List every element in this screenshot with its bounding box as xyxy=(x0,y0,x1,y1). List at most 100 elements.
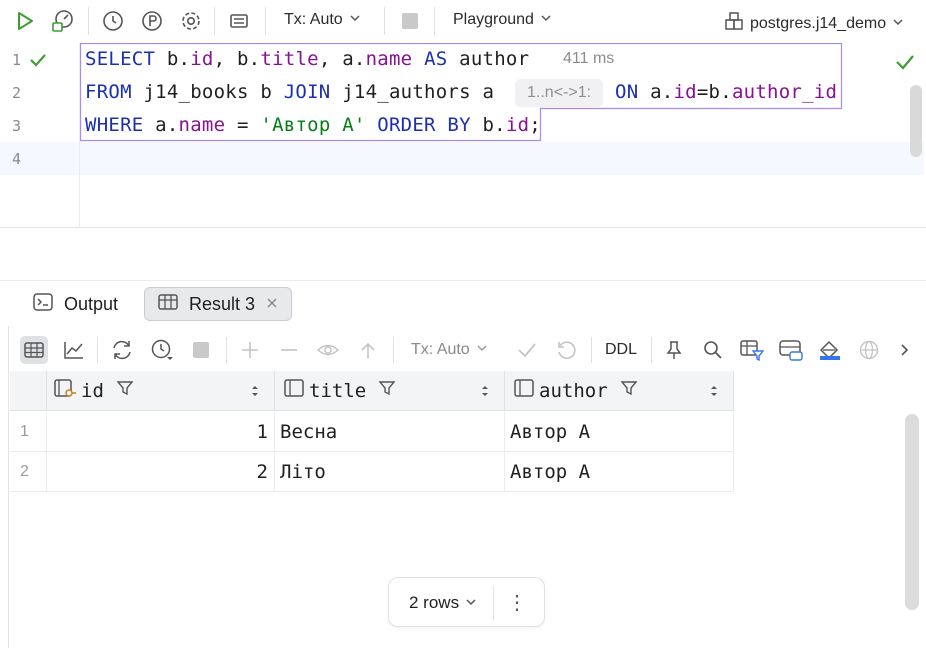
settings-icon[interactable] xyxy=(178,8,204,34)
grid-tx-mode-dropdown[interactable]: Tx: Auto xyxy=(411,341,488,359)
ddl-label: DDL xyxy=(605,341,638,358)
chart-view-icon[interactable] xyxy=(60,336,88,364)
datasource-dropdown[interactable]: postgres.j14_demo xyxy=(724,11,904,36)
run-icon[interactable] xyxy=(12,8,38,34)
grid-scrollbar[interactable] xyxy=(905,414,919,610)
tx-mode-label: Tx: Auto xyxy=(284,11,343,28)
column-header-id[interactable]: id xyxy=(47,371,275,411)
column-name: author xyxy=(539,379,608,402)
code-token: b. xyxy=(155,48,191,70)
chevron-right-icon[interactable] xyxy=(890,336,918,364)
toolbar-separator xyxy=(214,7,215,35)
filter-icon[interactable] xyxy=(620,379,638,402)
submit-up-icon[interactable] xyxy=(354,336,382,364)
code-token: id xyxy=(505,114,530,136)
sort-icon[interactable] xyxy=(250,383,260,404)
tab-output[interactable]: Output xyxy=(20,287,130,321)
code-token: WHERE xyxy=(85,114,144,136)
code-token: author xyxy=(447,48,530,70)
tx-mode-dropdown[interactable]: Tx: Auto xyxy=(284,11,361,29)
table-icon xyxy=(157,292,179,317)
line-number: 2 xyxy=(12,84,22,102)
editor-scrollbar[interactable] xyxy=(910,85,922,157)
row-count-dropdown[interactable]: 2 rows xyxy=(409,593,477,613)
chevron-down-icon xyxy=(476,341,488,359)
code-line[interactable]: FROM j14_books b JOIN j14_authors a xyxy=(85,81,494,103)
row-number[interactable]: 2 xyxy=(10,452,47,492)
code-token: a. xyxy=(638,81,674,103)
chevron-down-icon xyxy=(540,11,552,29)
tab-result-3[interactable]: Result 3 xyxy=(144,287,293,321)
filter-table-icon[interactable] xyxy=(738,336,766,364)
column-header-title[interactable]: title xyxy=(275,371,505,411)
code-token: id xyxy=(190,48,214,70)
toolbar-separator xyxy=(393,337,394,363)
cell-title[interactable]: Літо xyxy=(275,452,505,492)
chevron-down-icon xyxy=(892,15,904,33)
code-line-continuation[interactable]: ON a.id=b.author_id xyxy=(615,81,837,103)
stop-icon[interactable] xyxy=(187,336,215,364)
code-token: ORDER BY xyxy=(377,114,471,136)
add-row-icon[interactable] xyxy=(236,336,264,364)
editor-toolbar: Tx: Auto Playground postgres.j14_demo xyxy=(0,0,926,43)
line-number: 1 xyxy=(12,51,22,69)
cell-title[interactable]: Весна xyxy=(275,412,505,452)
toolbar-separator xyxy=(97,337,98,363)
sort-icon[interactable] xyxy=(480,383,490,404)
column-name: title xyxy=(309,379,367,402)
filter-icon[interactable] xyxy=(116,379,134,402)
cell-id[interactable]: 2 xyxy=(47,452,275,492)
column-name: id xyxy=(81,379,104,402)
close-icon[interactable] xyxy=(265,294,279,315)
globe-icon[interactable] xyxy=(855,336,883,364)
cell-author[interactable]: Автор А xyxy=(505,452,734,492)
table-view-icon[interactable] xyxy=(20,336,48,364)
rollback-icon[interactable] xyxy=(552,336,580,364)
grid-tx-mode-label: Tx: Auto xyxy=(411,341,470,358)
delete-row-icon[interactable] xyxy=(275,336,303,364)
layout-icon[interactable] xyxy=(226,8,252,34)
column-header-author[interactable]: author xyxy=(505,371,734,411)
code-token: name xyxy=(365,48,413,70)
code-line[interactable]: SELECT b.id, b.title, a.name AS author xyxy=(85,48,529,70)
code-token: author_id xyxy=(731,81,838,103)
current-line-highlight xyxy=(0,142,924,175)
pin-tab-icon[interactable] xyxy=(660,336,688,364)
grid-toolbar: Tx: Auto DDL xyxy=(10,328,926,372)
pill-separator xyxy=(493,586,494,620)
format-paint-icon[interactable] xyxy=(816,336,844,364)
cell-author[interactable]: Автор А xyxy=(505,412,734,452)
auto-refresh-icon[interactable] xyxy=(148,336,176,364)
code-token: ; xyxy=(529,114,541,136)
explain-icon[interactable] xyxy=(50,8,76,34)
row-number[interactable]: 1 xyxy=(10,412,47,452)
search-icon[interactable] xyxy=(699,336,727,364)
stop-icon[interactable] xyxy=(397,8,423,34)
commit-check-icon[interactable] xyxy=(513,336,541,364)
inspection-ok-check-icon[interactable] xyxy=(895,53,915,76)
filter-icon[interactable] xyxy=(378,379,396,402)
panel-header-strip xyxy=(0,235,926,281)
row-count-label: 2 rows xyxy=(409,593,460,612)
code-token: AS xyxy=(424,48,448,70)
history-icon[interactable] xyxy=(100,8,126,34)
code-line[interactable]: WHERE a.name = 'Автор А' ORDER BY b.id; xyxy=(85,114,541,136)
ddl-button[interactable]: DDL xyxy=(605,341,637,359)
preview-changes-icon[interactable] xyxy=(315,336,343,364)
pin-p-icon[interactable] xyxy=(139,8,165,34)
toolbar-separator xyxy=(88,7,89,35)
playground-dropdown[interactable]: Playground xyxy=(453,11,552,29)
tab-label: Output xyxy=(64,293,119,314)
chevron-down-icon xyxy=(349,11,361,29)
sort-icon[interactable] xyxy=(709,383,719,404)
more-options-button[interactable]: ⋮ xyxy=(507,590,527,615)
refresh-icon[interactable] xyxy=(108,336,136,364)
cell-id[interactable]: 1 xyxy=(47,412,275,452)
datasource-icon xyxy=(724,11,744,36)
line-number: 3 xyxy=(12,117,22,135)
code-token: ON xyxy=(615,81,639,103)
line-gutter: 1 2 3 4 xyxy=(0,43,80,228)
data-editor-icon[interactable] xyxy=(777,336,805,364)
code-token: name xyxy=(178,114,226,136)
